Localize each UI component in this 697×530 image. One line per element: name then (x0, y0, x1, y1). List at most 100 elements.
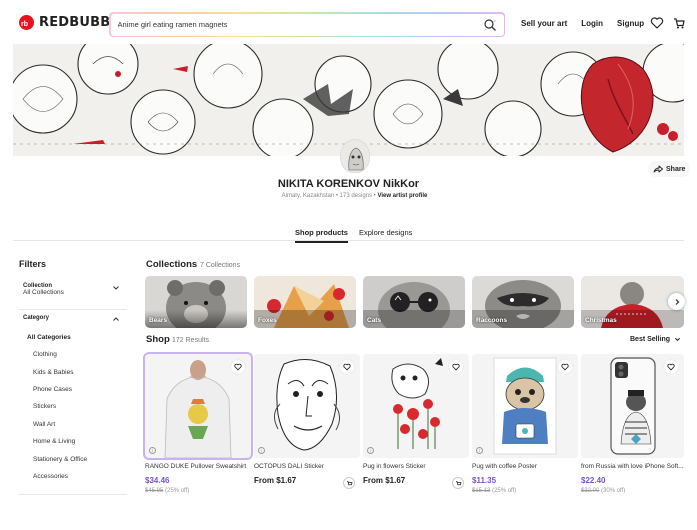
category-item[interactable]: Phone Cases (33, 386, 72, 393)
category-filter[interactable]: Category (23, 315, 49, 321)
category-item[interactable]: Kids & Babies (33, 369, 73, 376)
collection-label: Cats (367, 317, 382, 324)
collections-next-button[interactable] (668, 293, 685, 310)
share-label: Share (666, 165, 686, 173)
product-title[interactable]: Pug in flowers Sticker (363, 463, 467, 470)
product-original-price: $32.00 (581, 488, 600, 494)
category-filter-label: Category (23, 315, 50, 321)
shop-title: Shop (146, 334, 170, 345)
collections-count: 7 Collections (200, 262, 241, 269)
product-title[interactable]: Pug with coffee Poster (472, 463, 576, 470)
info-icon[interactable]: i (367, 447, 374, 454)
info-icon[interactable]: i (149, 447, 156, 454)
collection-label: Raccoons (476, 317, 508, 324)
product-title[interactable]: from Russia with love iPhone Soft... (581, 463, 685, 470)
product-discount: (25% off) (492, 488, 517, 494)
cart-icon (455, 480, 461, 485)
category-item[interactable]: All Categories (27, 334, 71, 341)
product-discount: (25% off) (165, 488, 190, 494)
category-item[interactable]: Stickers (33, 403, 56, 410)
search-input[interactable] (117, 13, 468, 36)
tab-shop-products[interactable]: Shop products (295, 228, 348, 243)
product-title[interactable]: RANGO DUKE Pullover Sweatshirt (145, 463, 249, 470)
heart-icon[interactable] (650, 16, 664, 30)
favorite-button[interactable] (231, 360, 245, 374)
logo-mark-icon: rb (19, 15, 34, 30)
product-title[interactable]: OCTOPUS DALI Sticker (254, 463, 358, 470)
product-was-price: $45.95 (25% off) (145, 488, 189, 494)
collection-card-foxes[interactable]: Foxes (254, 276, 356, 328)
heart-icon (667, 363, 675, 371)
divider (19, 309, 127, 310)
product-card[interactable]: i (254, 354, 360, 458)
favorite-button[interactable] (558, 360, 572, 374)
sell-your-art-link[interactable]: Sell your art (521, 19, 567, 28)
product-price: From $1.67 (363, 476, 406, 485)
share-icon (653, 165, 663, 173)
chevron-down-icon (675, 337, 681, 342)
collection-card-raccoons[interactable]: Raccoons (472, 276, 574, 328)
collection-card-bears[interactable]: Bears (145, 276, 247, 328)
category-item[interactable]: Home & Living (33, 438, 75, 445)
tab-explore-designs[interactable]: Explore designs (359, 228, 412, 237)
category-item[interactable]: Stationery & Office (33, 456, 87, 463)
artist-location: Almaty, Kazakhstan (281, 193, 335, 199)
heart-icon (343, 363, 351, 371)
sort-value: Best Selling (630, 336, 671, 343)
collection-filter[interactable]: Collection All Collections (23, 283, 64, 296)
add-to-cart-button[interactable] (452, 477, 464, 489)
favorite-button[interactable] (664, 360, 678, 374)
product-was-price: $32.00 (30% off) (581, 488, 625, 494)
search-bar (109, 12, 505, 37)
product-price: $11.35 (472, 476, 497, 485)
chevron-down-icon[interactable] (112, 284, 120, 292)
collection-filter-value: All Collections (23, 289, 64, 296)
chevron-up-icon[interactable] (112, 315, 120, 323)
collection-label: Foxes (258, 317, 277, 324)
product-original-price: $15.13 (472, 488, 491, 494)
artist-name: NIKITA KORENKOV NikKor (277, 178, 420, 190)
search-icon[interactable] (481, 16, 499, 34)
product-price: $22.40 (581, 476, 606, 485)
product-original-price: $45.95 (145, 488, 164, 494)
product-price: From $1.67 (254, 476, 297, 485)
product-was-price: $15.13 (25% off) (472, 488, 516, 494)
shop-results-count: 172 Results (172, 337, 209, 344)
info-icon[interactable]: i (258, 447, 265, 454)
add-to-cart-button[interactable] (343, 477, 355, 489)
login-link[interactable]: Login (581, 19, 603, 28)
category-item[interactable]: Clothing (33, 351, 57, 358)
collections-title: Collections (146, 259, 198, 270)
cart-icon[interactable] (672, 16, 686, 30)
collection-label: Bears (149, 317, 168, 324)
collection-label: Christmas (585, 317, 617, 324)
view-artist-profile-link[interactable]: View artist profile (377, 193, 427, 199)
heart-icon (452, 363, 460, 371)
chevron-right-icon (675, 298, 679, 305)
artist-avatar[interactable] (340, 139, 370, 173)
favorite-button[interactable] (340, 360, 354, 374)
collection-card-cats[interactable]: Cats (363, 276, 465, 328)
product-card[interactable]: i (363, 354, 469, 458)
cart-icon (346, 480, 352, 485)
product-discount: (30% off) (601, 488, 626, 494)
info-icon[interactable]: i (476, 447, 483, 454)
artist-meta: Almaty, Kazakhstan • 173 designs • View … (281, 193, 428, 199)
artist-designs-count: 173 designs (339, 193, 373, 199)
tabs: Shop products Explore designs (13, 226, 684, 243)
category-item[interactable]: Accessories (33, 473, 68, 480)
share-button[interactable]: Share (648, 161, 691, 177)
signup-link[interactable]: Signup (617, 19, 644, 28)
product-card[interactable] (581, 354, 684, 458)
product-card[interactable]: i (472, 354, 578, 458)
product-price: $34.46 (145, 476, 170, 485)
heart-icon (234, 363, 242, 371)
filters-title: Filters (19, 259, 47, 269)
category-item[interactable]: Wall Art (33, 421, 55, 428)
sort-select[interactable]: Best Selling (630, 336, 681, 343)
divider (19, 494, 127, 495)
heart-icon (561, 363, 569, 371)
site-header: rb REDBUBBLE Sell your art Login Signup (0, 0, 697, 44)
product-card[interactable]: i (143, 352, 253, 460)
favorite-button[interactable] (449, 360, 463, 374)
